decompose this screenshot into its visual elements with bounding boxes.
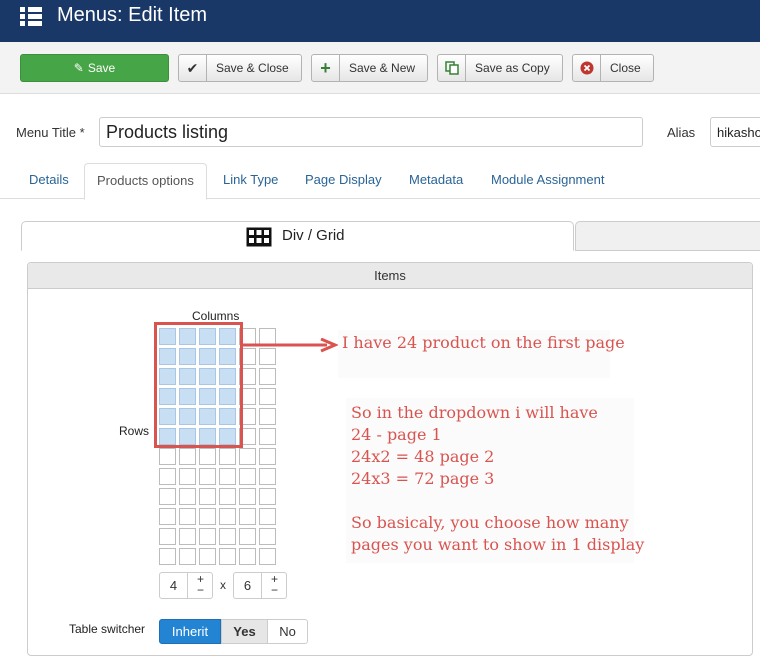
grid-cell[interactable] [259,388,276,405]
menu-title-label: Menu Title * [16,125,85,140]
app-header: Menus: Edit Item [0,0,760,42]
grid-cell[interactable] [259,408,276,425]
alias-input[interactable]: hikasho [710,117,760,147]
grid-cell[interactable] [159,548,176,565]
grid-cell[interactable] [239,528,256,545]
columns-value[interactable]: 6 [234,573,261,598]
grid-cell[interactable] [179,548,196,565]
rows-label: Rows [119,424,150,438]
check-icon: ✔ [179,55,207,81]
annotation-line: So in the dropdown i will have [351,403,598,422]
grid-cell[interactable] [219,448,236,465]
tab-module-assignment[interactable]: Module Assignment [479,163,616,199]
annotation-line: pages you want to show in 1 display [351,535,645,554]
grid-cell[interactable] [239,468,256,485]
grid-cell[interactable] [239,508,256,525]
tab-products-options[interactable]: Products options [84,163,207,200]
grid-icon [246,227,272,252]
grid-cell[interactable] [259,428,276,445]
alias-label: Alias [667,125,696,140]
switch-no[interactable]: No [267,619,308,644]
tab-metadata[interactable]: Metadata [397,163,475,199]
columns-stepper[interactable]: 6 + − [233,572,287,599]
switch-inherit[interactable]: Inherit [159,619,221,644]
grid-cell[interactable] [159,468,176,485]
grid-cell[interactable] [219,468,236,485]
annotation-line: I have 24 product on the first page [342,333,625,352]
columns-label: Columns [192,309,240,323]
rows-value[interactable]: 4 [160,573,187,598]
edit-icon: ✎ [73,61,84,75]
copy-icon [438,55,466,81]
grid-cell[interactable] [259,448,276,465]
times-sign: x [220,578,226,592]
tab-link-type[interactable]: Link Type [211,163,290,199]
minus-icon[interactable]: − [188,584,213,596]
grid-cell[interactable] [259,468,276,485]
minus-icon[interactable]: − [262,584,287,596]
grid-cell[interactable] [259,548,276,565]
grid-cell[interactable] [179,508,196,525]
toolbar: ✎ Save ✔ Save & Close + Save & New Save … [0,42,760,94]
grid-cell[interactable] [179,528,196,545]
annotation-line: So basicaly, you choose how many [351,513,629,532]
grid-cell[interactable] [159,448,176,465]
grid-cell[interactable] [239,548,256,565]
columns-plus-minus[interactable]: + − [261,573,287,598]
page-title: Menus: Edit Item [57,4,208,26]
selection-highlight [154,322,243,448]
grid-cell[interactable] [199,508,216,525]
grid-cell[interactable] [159,508,176,525]
save-close-button[interactable]: ✔ Save & Close [178,54,302,82]
grid-cell[interactable] [179,468,196,485]
grid-cell[interactable] [259,488,276,505]
grid-cell[interactable] [179,488,196,505]
plus-icon: + [312,55,340,81]
grid-cell[interactable] [239,488,256,505]
grid-cell[interactable] [199,468,216,485]
annotation-line: 24x2 = 48 page 2 [351,447,495,466]
grid-cell[interactable] [219,508,236,525]
items-panel-header: Items [28,263,752,289]
annotation-line: 24 - page 1 [351,425,442,444]
save-copy-button[interactable]: Save as Copy [437,54,563,82]
grid-cell[interactable] [219,488,236,505]
grid-cell[interactable] [239,448,256,465]
grid-cell[interactable] [219,528,236,545]
rows-plus-minus[interactable]: + − [187,573,213,598]
subtab-label: Div / Grid [282,227,345,244]
table-switcher-label: Table switcher [69,622,146,636]
grid-cell[interactable] [159,488,176,505]
menu-title-input[interactable]: Products listing [99,117,643,147]
tab-bar: Details Products options Link Type Page … [0,163,760,200]
grid-cell[interactable] [259,508,276,525]
grid-cell[interactable] [199,448,216,465]
close-circle-icon [573,55,601,81]
subtab-div-grid[interactable]: Div / Grid [21,221,574,251]
grid-cell[interactable] [259,368,276,385]
grid-cell[interactable] [259,528,276,545]
annotation-line: 24x3 = 72 page 3 [351,469,495,488]
tab-page-display[interactable]: Page Display [293,163,394,199]
save-new-button[interactable]: + Save & New [311,54,428,82]
grid-cell[interactable] [199,548,216,565]
list-icon [20,5,42,27]
subtab-other[interactable] [575,221,760,251]
switch-yes[interactable]: Yes [221,619,268,644]
save-button[interactable]: ✎ Save [20,54,169,82]
grid-cell[interactable] [199,528,216,545]
tab-details[interactable]: Details [17,163,81,199]
close-button[interactable]: Close [572,54,654,82]
grid-cell[interactable] [159,528,176,545]
arrow-icon [243,338,338,353]
rows-stepper[interactable]: 4 + − [159,572,213,599]
grid-cell[interactable] [179,448,196,465]
grid-cell[interactable] [219,548,236,565]
grid-cell[interactable] [199,488,216,505]
